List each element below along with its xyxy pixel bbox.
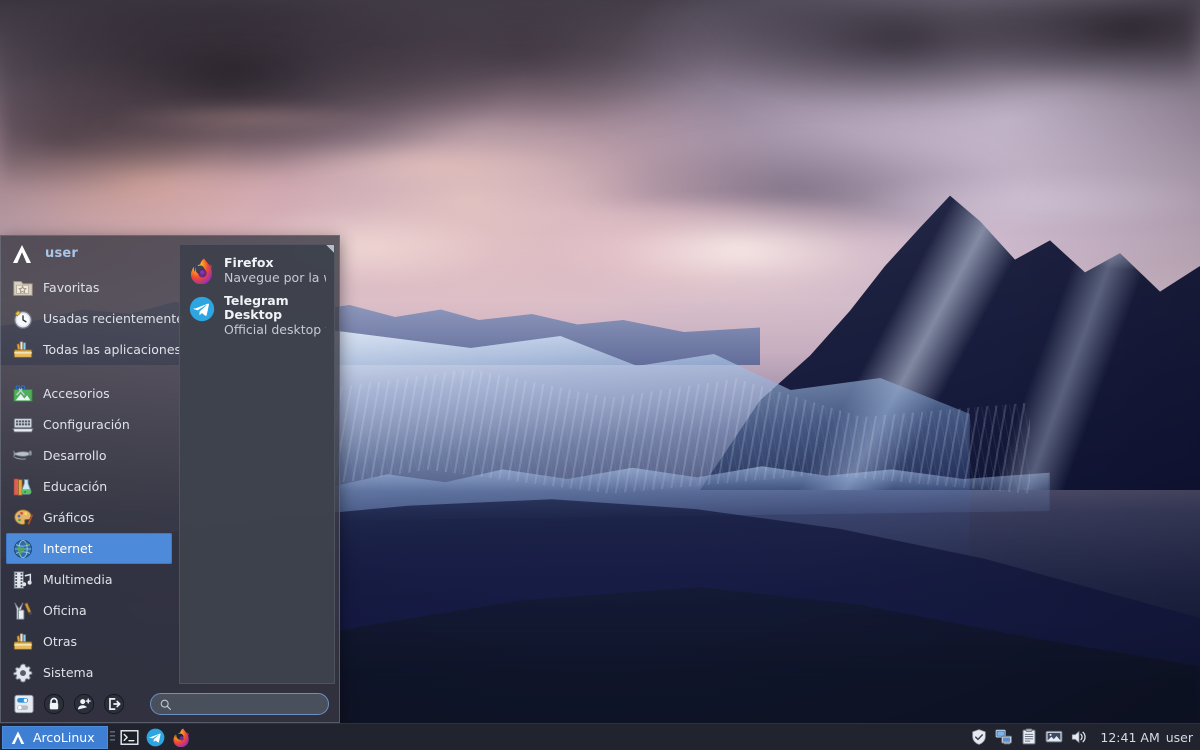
taskbar[interactable]: ArcoLinux 12:41 AM user [0,723,1200,750]
other-toolbox-icon [13,633,33,650]
clock-icon [14,310,32,329]
sidebar-item-multimedia[interactable]: Multimedia [6,564,172,595]
system-gear-icon [13,663,33,683]
network-tray-icon[interactable] [995,728,1013,746]
menu-footer [1,688,339,722]
sidebar-item-todas-las-aplicaciones[interactable]: Todas las aplicaciones [6,334,181,365]
terminal-launcher[interactable] [120,728,139,747]
sidebar-item-label: Otras [43,634,78,650]
application-menu[interactable]: user Favoritas Usadas recientemente Toda… [0,235,340,723]
education-icon [13,478,32,496]
security-shield-tray-icon[interactable] [970,728,988,746]
sidebar-item-label: Desarrollo [43,448,107,464]
sidebar-item-label: Multimedia [43,572,113,588]
settings-button[interactable] [13,693,35,715]
sidebar-item-label: Usadas recientemente [43,311,184,327]
favorites-folder-icon [13,280,33,296]
switch-user-button[interactable] [73,693,95,715]
sidebar-item-label: Internet [43,541,93,557]
sidebar-item-label: Oficina [43,603,87,619]
list-item[interactable]: Firefox Navegue por la web [180,251,334,289]
panel-handle[interactable] [108,724,117,750]
taskbar-clock[interactable]: 12:41 AM [1092,730,1165,745]
sidebar-item-label: Gráficos [43,510,95,526]
menu-sidebar: user Favoritas Usadas recientemente Toda… [1,236,184,688]
menu-category-group-shortcuts: Favoritas Usadas recientemente Todas las… [1,265,184,365]
sidebar-item-label: Todas las aplicaciones [43,342,182,358]
menu-username: user [45,246,79,262]
drag-handle-icon [109,730,115,741]
app-name: Firefox [224,255,274,270]
arcolinux-logo-icon [11,730,25,744]
accessories-icon [13,384,33,402]
sidebar-item-graficos[interactable]: Gráficos [6,502,172,533]
sidebar-item-label: Configuración [43,417,130,433]
internet-globe-icon [13,539,33,558]
sidebar-item-otras[interactable]: Otras [6,626,172,657]
list-item[interactable]: Telegram Desktop Official desktop vers..… [180,289,334,341]
settings-icon [12,417,34,433]
search-icon [160,699,171,710]
telegram-icon [189,296,215,321]
all-applications-icon [13,341,33,358]
lock-screen-button[interactable] [43,693,65,715]
sidebar-item-label: Sistema [43,665,94,681]
resize-grip[interactable] [320,245,334,259]
multimedia-film-icon [13,571,32,589]
sidebar-item-label: Accesorios [43,386,110,402]
window-button-arcolinux[interactable]: ArcoLinux [2,725,108,749]
app-name: Telegram Desktop [224,292,289,323]
firefox-launcher[interactable] [172,727,191,747]
sidebar-item-desarrollo[interactable]: Desarrollo [6,440,172,471]
sidebar-item-favoritas[interactable]: Favoritas [6,272,172,303]
menu-header: user [1,242,177,265]
search-box[interactable] [150,693,329,716]
sidebar-item-educacion[interactable]: Educación [6,471,172,502]
sidebar-item-sistema[interactable]: Sistema [6,657,172,688]
menu-category-group-main: Accesorios Configuración Desarrollo Educ… [1,365,177,688]
volume-tray-icon[interactable] [1070,728,1088,746]
taskbar-username[interactable]: user [1166,730,1200,745]
firefox-icon [190,258,213,284]
log-out-button[interactable] [103,693,125,715]
arcolinux-logo-icon [13,244,31,263]
clipboard-tray-icon[interactable] [1020,728,1038,746]
telegram-launcher[interactable] [146,728,165,747]
sidebar-item-label: Favoritas [43,280,100,296]
display-tray-icon[interactable] [1045,728,1063,746]
sidebar-item-oficina[interactable]: Oficina [6,595,172,626]
office-icon [14,602,32,620]
development-icon [13,450,33,460]
search-input[interactable] [178,697,328,712]
sidebar-item-configuracion[interactable]: Configuración [6,409,172,440]
sidebar-item-internet[interactable]: Internet [6,533,172,565]
sidebar-item-label: Educación [43,479,108,495]
application-list[interactable]: Firefox Navegue por la web Telegram Desk… [179,244,335,685]
window-button-label: ArcoLinux [33,729,95,745]
sidebar-item-usadas-recientemente[interactable]: Usadas recientemente [6,303,184,334]
app-description: Navegue por la web [224,270,326,285]
system-tray [970,728,1092,746]
sidebar-item-accesorios[interactable]: Accesorios [6,378,172,409]
app-description: Official desktop vers... [224,323,326,337]
launcher-group [117,727,191,747]
graphics-palette-icon [14,509,34,525]
